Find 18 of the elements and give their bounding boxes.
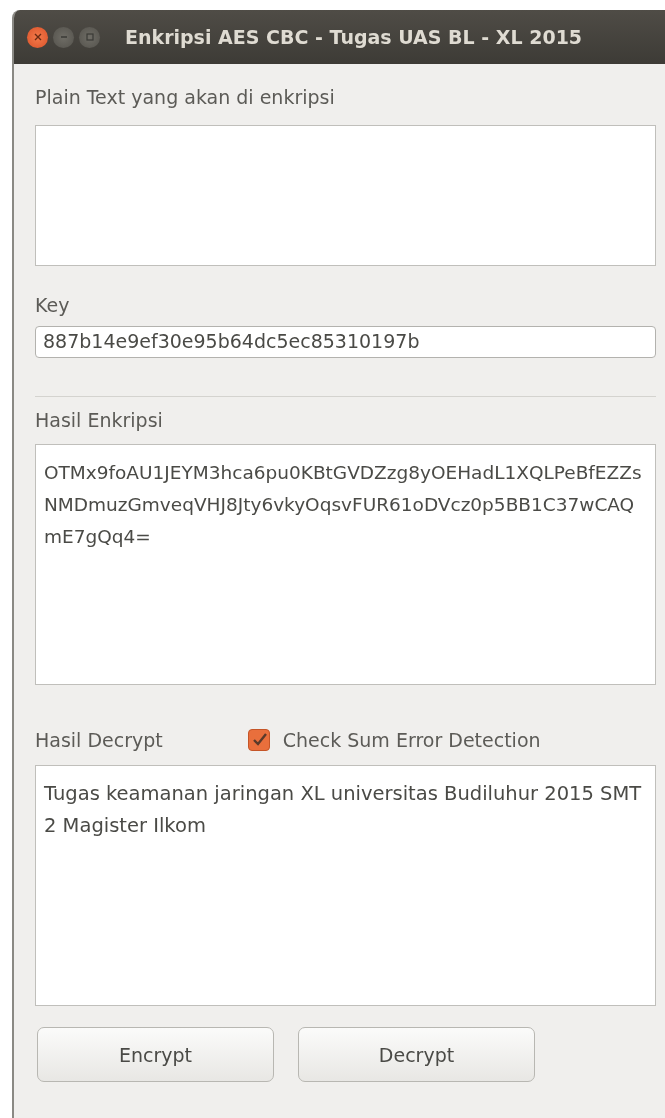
- field-label: Key: [35, 294, 71, 316]
- close-icon: [32, 32, 43, 42]
- plain-text-field[interactable]: [35, 125, 656, 266]
- close-button[interactable]: [27, 26, 48, 48]
- encrypted-text-field[interactable]: OTMx9foAU1JEYM3hca6pu0KBtGVDZzg8yOEHadL1XQLPeBfEZZsNMDmuzGmveqVHJ8Jty6vkyOqsvFUR61oDVcz0p5BB1C37wCAQmE7gQq4=: [35, 444, 656, 685]
- field-label: Plain Text yang akan di enkripsi: [35, 86, 336, 108]
- field-label: Hasil Decrypt: [35, 729, 163, 751]
- checkbox-label[interactable]: Check Sum Error Detection: [282, 729, 541, 751]
- maximize-button[interactable]: [79, 26, 100, 48]
- minimize-button[interactable]: [53, 26, 74, 48]
- key-field[interactable]: 887b14e9ef30e95b64dc5ec85310197b: [35, 326, 656, 358]
- decrypt-button[interactable]: Decrypt: [298, 1027, 535, 1082]
- encrypt-button[interactable]: Encrypt: [37, 1027, 274, 1082]
- window-title: Enkripsi AES CBC - Tugas UAS BL - XL 2015: [125, 26, 583, 48]
- field-label: Hasil Enkripsi: [35, 409, 164, 431]
- decrypted-text-field[interactable]: Tugas keamanan jaringan XL universitas Budiluhur 2015 SMT 2 Magister Ilkom: [35, 765, 656, 1006]
- maximize-icon: [84, 32, 95, 42]
- checkbox[interactable]: [247, 729, 270, 751]
